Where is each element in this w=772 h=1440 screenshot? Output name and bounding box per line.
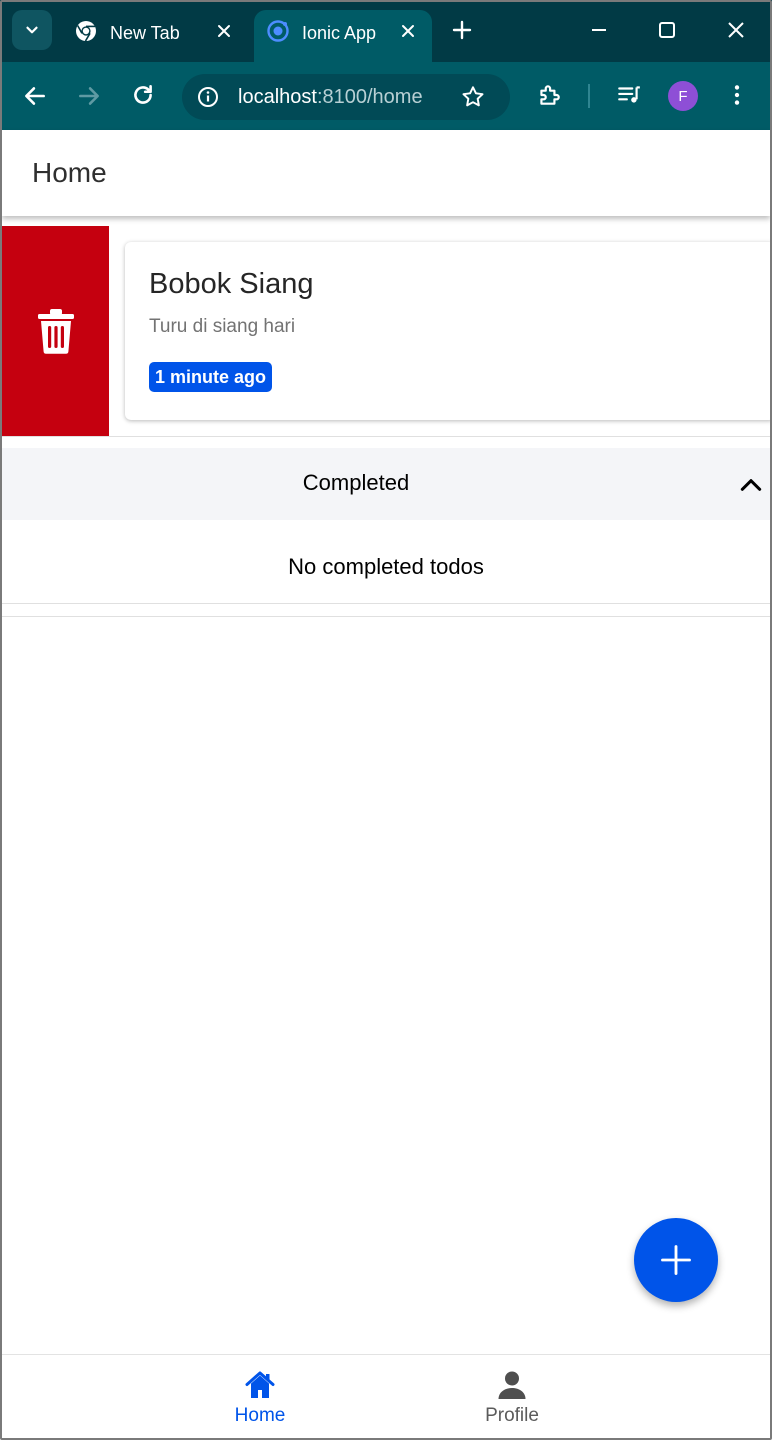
tab-search-button[interactable] bbox=[12, 10, 52, 50]
close-icon[interactable] bbox=[398, 21, 418, 41]
new-tab-plus-icon[interactable] bbox=[450, 18, 474, 42]
chevron-down-icon bbox=[26, 26, 38, 34]
tab-profile[interactable]: Profile bbox=[442, 1355, 582, 1439]
forward-arrow-icon[interactable] bbox=[76, 83, 102, 109]
ionic-logo-icon bbox=[267, 20, 289, 42]
profile-avatar[interactable]: F bbox=[668, 81, 698, 111]
address-bar[interactable]: localhost:8100/home bbox=[182, 74, 510, 120]
more-vertical-icon[interactable] bbox=[724, 82, 750, 108]
extensions-puzzle-icon[interactable] bbox=[536, 82, 562, 108]
chrome-icon bbox=[76, 21, 96, 42]
toolbar-divider bbox=[588, 84, 590, 108]
tab-title: Ionic App bbox=[302, 23, 377, 43]
app-header: Home bbox=[2, 130, 770, 216]
person-icon bbox=[498, 1371, 526, 1399]
media-queue-icon[interactable] bbox=[616, 82, 642, 108]
minimize-icon[interactable] bbox=[587, 18, 611, 42]
completed-accordion-header[interactable]: Completed bbox=[2, 448, 770, 520]
browser-toolbar: localhost:8100/home F bbox=[0, 62, 772, 130]
chevron-up-icon bbox=[740, 479, 762, 491]
url-path: :8100/home bbox=[316, 86, 423, 108]
maximize-icon[interactable] bbox=[655, 18, 679, 42]
browser-tab-new-tab[interactable]: New Tab bbox=[62, 10, 248, 62]
bottom-tab-bar: Home Profile bbox=[2, 1354, 770, 1438]
todo-description: Turu di siang hari bbox=[149, 316, 296, 337]
todo-item-sliding[interactable]: Bobok Siang Turu di siang hari 1 minute … bbox=[2, 226, 772, 436]
close-icon[interactable] bbox=[214, 21, 234, 41]
tab-label: Profile bbox=[485, 1405, 539, 1426]
item-divider bbox=[2, 436, 770, 437]
browser-tab-ionic-app[interactable]: Ionic App bbox=[254, 10, 432, 62]
browser-tabstrip: New Tab Ionic App bbox=[0, 0, 772, 62]
home-icon bbox=[245, 1371, 275, 1398]
page-title: Home bbox=[32, 157, 107, 188]
time-badge: 1 minute ago bbox=[149, 362, 273, 392]
todo-card[interactable]: Bobok Siang Turu di siang hari 1 minute … bbox=[125, 242, 772, 420]
tab-home[interactable]: Home bbox=[190, 1355, 330, 1439]
tab-title: New Tab bbox=[110, 23, 180, 43]
empty-completed-text: No completed todos bbox=[288, 554, 484, 579]
site-info-icon[interactable] bbox=[196, 85, 220, 109]
url-text: localhost:8100/home bbox=[238, 86, 423, 109]
url-host: localhost bbox=[238, 86, 317, 108]
bookmark-star-icon[interactable] bbox=[460, 84, 486, 110]
back-arrow-icon[interactable] bbox=[22, 83, 48, 109]
item-divider bbox=[2, 603, 770, 604]
tab-label: Home bbox=[234, 1405, 286, 1426]
reload-icon[interactable] bbox=[130, 82, 156, 108]
plus-icon bbox=[661, 1245, 691, 1275]
add-todo-fab-button[interactable] bbox=[634, 1218, 718, 1302]
delete-todo-button[interactable] bbox=[2, 226, 109, 436]
todo-title: Bobok Siang bbox=[149, 268, 314, 300]
accordion-label: Completed bbox=[302, 470, 410, 495]
accordion-divider bbox=[2, 616, 770, 617]
trash-icon bbox=[37, 309, 74, 354]
window-close-icon[interactable] bbox=[724, 18, 748, 42]
